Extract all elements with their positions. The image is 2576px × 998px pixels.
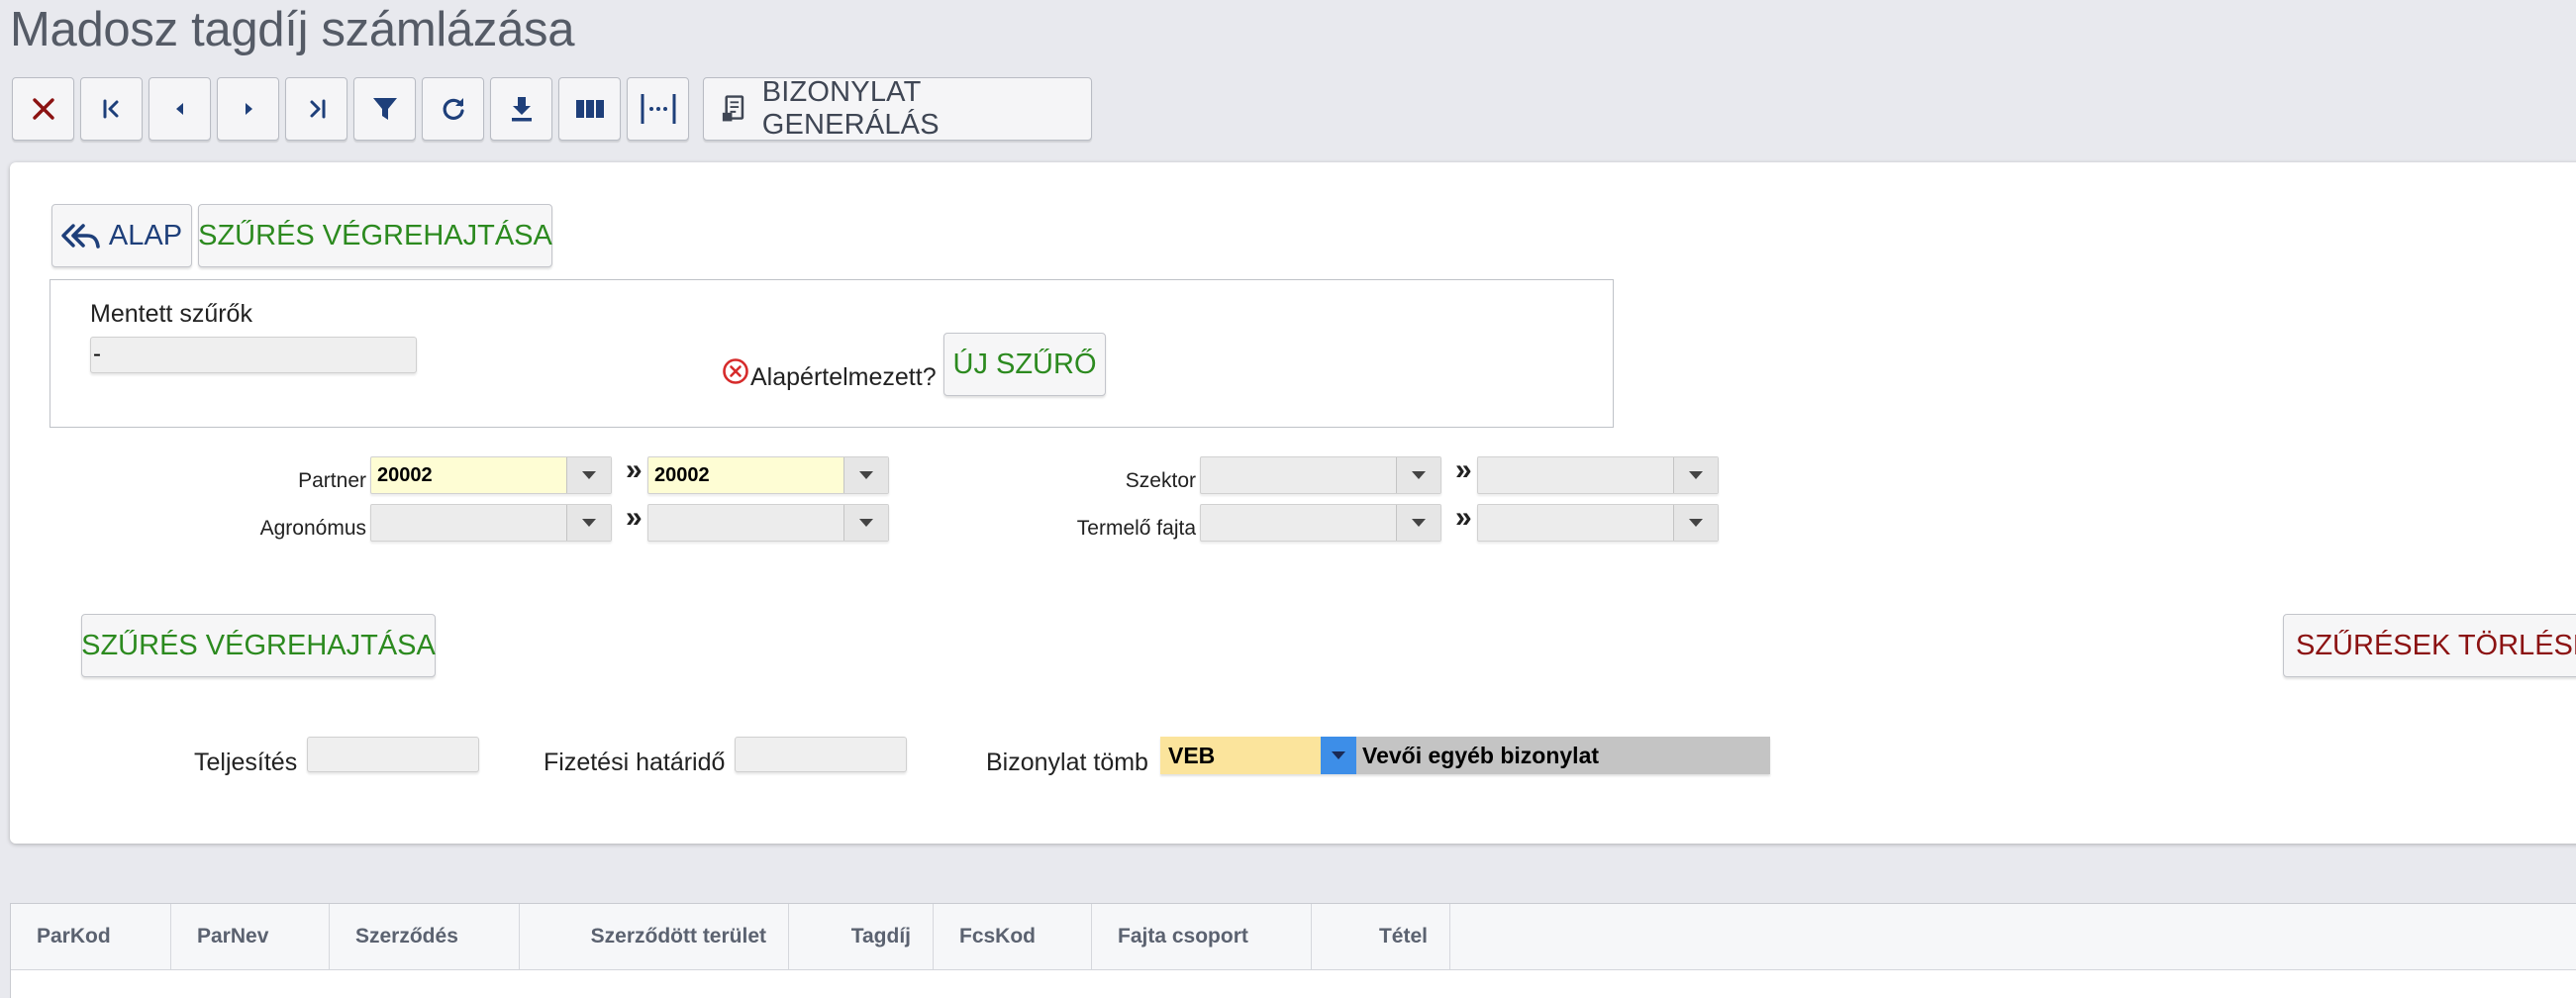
partner-from-combo[interactable]: 20002 <box>370 456 612 494</box>
dropdown-button[interactable] <box>566 505 611 541</box>
dropdown-button[interactable] <box>1396 457 1440 493</box>
dropdown-button[interactable] <box>1673 505 1718 541</box>
refresh-button[interactable] <box>422 77 484 141</box>
szektor-from-value <box>1201 457 1396 493</box>
generate-document-button[interactable]: BIZONYLAT GENERÁLÁS <box>703 76 1092 141</box>
agronomus-to-value <box>648 505 843 541</box>
termelo-fajta-to-value <box>1478 505 1673 541</box>
agronomus-from-combo[interactable] <box>370 504 612 542</box>
execute-filter-button-bottom[interactable]: SZŰRÉS VÉGREHAJTÁSA <box>81 614 436 677</box>
dropdown-button[interactable] <box>1321 737 1356 774</box>
szektor-label: Szektor <box>1125 469 1196 492</box>
bizonylat-name: Vevői egyéb bizonylat <box>1356 737 1770 774</box>
caret-down-icon <box>1412 471 1426 479</box>
execute-filter-button-top[interactable]: SZŰRÉS VÉGREHAJTÁSA <box>198 204 552 267</box>
fizetesi-hatarido-label: Fizetési határidő <box>544 748 726 776</box>
back-to-basic-label: ALAP <box>108 219 183 251</box>
column-header-fcskod[interactable]: FcsKod <box>934 904 1092 969</box>
partner-to-combo[interactable]: 20002 <box>647 456 889 494</box>
generate-document-label: BIZONYLAT GENERÁLÁS <box>761 76 940 141</box>
column-header-szerzodott-terulet[interactable]: Szerződött terület <box>520 904 789 969</box>
document-generate-icon <box>722 95 744 122</box>
fizetesi-hatarido-input[interactable] <box>735 737 907 772</box>
szektor-to-combo[interactable] <box>1477 456 1719 494</box>
caret-down-icon <box>582 519 596 527</box>
refresh-icon <box>443 98 464 120</box>
column-header-fajta-csoport[interactable]: Fajta csoport <box>1092 904 1312 969</box>
caret-down-icon <box>1412 519 1426 527</box>
saved-filters-box: Mentett szűrők - Alapértelmezett? ÚJ SZŰ… <box>50 279 1614 428</box>
caret-down-icon <box>859 471 873 479</box>
reply-all-icon <box>61 224 100 249</box>
back-to-basic-button[interactable]: ALAP <box>51 204 192 267</box>
range-separator: » <box>626 453 643 486</box>
dropdown-button[interactable] <box>1396 505 1440 541</box>
range-separator: » <box>1455 453 1472 486</box>
clear-filters-button[interactable]: SZŰRÉSEK TÖRLÉSE <box>2283 614 2576 677</box>
termelo-fajta-label: Termelő fajta <box>1076 517 1196 540</box>
column-width-button[interactable] <box>627 77 689 141</box>
dropdown-button[interactable] <box>843 505 888 541</box>
caret-down-icon <box>1689 519 1703 527</box>
dropdown-button[interactable] <box>843 457 888 493</box>
teljesites-label: Teljesítés <box>194 748 298 776</box>
prev-record-icon <box>175 103 183 115</box>
bizonylat-code: VEB <box>1160 737 1321 774</box>
termelo-fajta-to-combo[interactable] <box>1477 504 1719 542</box>
caret-down-icon <box>1689 471 1703 479</box>
close-button[interactable] <box>12 77 74 141</box>
range-separator: » <box>1455 501 1472 534</box>
szektor-from-combo[interactable] <box>1200 456 1441 494</box>
column-header-tetel[interactable]: Tétel <box>1312 904 1450 969</box>
download-icon <box>511 97 532 122</box>
szektor-to-value <box>1478 457 1673 493</box>
column-header-parkod[interactable]: ParKod <box>11 904 171 969</box>
caret-down-icon <box>859 519 873 527</box>
next-record-button[interactable] <box>217 77 279 141</box>
agronomus-to-combo[interactable] <box>647 504 889 542</box>
column-width-icon <box>641 94 675 124</box>
new-filter-button[interactable]: ÚJ SZŰRŐ <box>943 333 1106 396</box>
filter-button[interactable] <box>353 77 416 141</box>
column-header-tagdij[interactable]: Tagdíj <box>789 904 934 969</box>
caret-down-icon <box>582 471 596 479</box>
agronomus-from-value <box>371 505 566 541</box>
teljesites-date-input[interactable] <box>307 737 479 772</box>
dropdown-button[interactable] <box>1673 457 1718 493</box>
partner-from-value: 20002 <box>377 463 433 486</box>
download-button[interactable] <box>490 77 552 141</box>
partner-to-value: 20002 <box>654 463 710 486</box>
filter-icon <box>372 98 397 120</box>
first-record-button[interactable] <box>80 77 143 141</box>
data-grid: ParKod ParNev Szerződés Szerződött terül… <box>10 903 2576 998</box>
first-record-icon <box>103 99 118 119</box>
close-icon <box>32 98 54 120</box>
columns-icon <box>575 100 604 118</box>
termelo-fajta-from-value <box>1201 505 1396 541</box>
default-filter-label: Alapértelmezett? <box>750 363 937 391</box>
termelo-fajta-from-combo[interactable] <box>1200 504 1441 542</box>
range-separator: » <box>626 501 643 534</box>
column-header-parnev[interactable]: ParNev <box>171 904 330 969</box>
last-record-icon <box>310 99 325 119</box>
partner-label: Partner <box>298 469 366 492</box>
bizonylat-tomb-label: Bizonylat tömb <box>986 748 1148 776</box>
dropdown-button[interactable] <box>566 457 611 493</box>
columns-button[interactable] <box>558 77 621 141</box>
caret-down-icon <box>1332 751 1345 759</box>
page-title: Madosz tagdíj számlázása <box>10 3 575 56</box>
prev-record-button[interactable] <box>149 77 211 141</box>
bizonylat-tomb-combo[interactable]: VEB Vevői egyéb bizonylat <box>1160 737 1770 774</box>
saved-filters-label: Mentett szűrők <box>90 300 252 328</box>
filter-panel: ALAP SZŰRÉS VÉGREHAJTÁSA Mentett szűrők … <box>10 162 2576 844</box>
next-record-icon <box>245 103 252 115</box>
column-header-szerzodes[interactable]: Szerződés <box>330 904 520 969</box>
saved-filters-select[interactable]: - <box>90 337 417 373</box>
last-record-button[interactable] <box>285 77 347 141</box>
remove-default-icon[interactable] <box>722 357 749 385</box>
grid-header: ParKod ParNev Szerződés Szerződött terül… <box>11 904 2576 970</box>
agronomus-label: Agronómus <box>259 517 366 540</box>
